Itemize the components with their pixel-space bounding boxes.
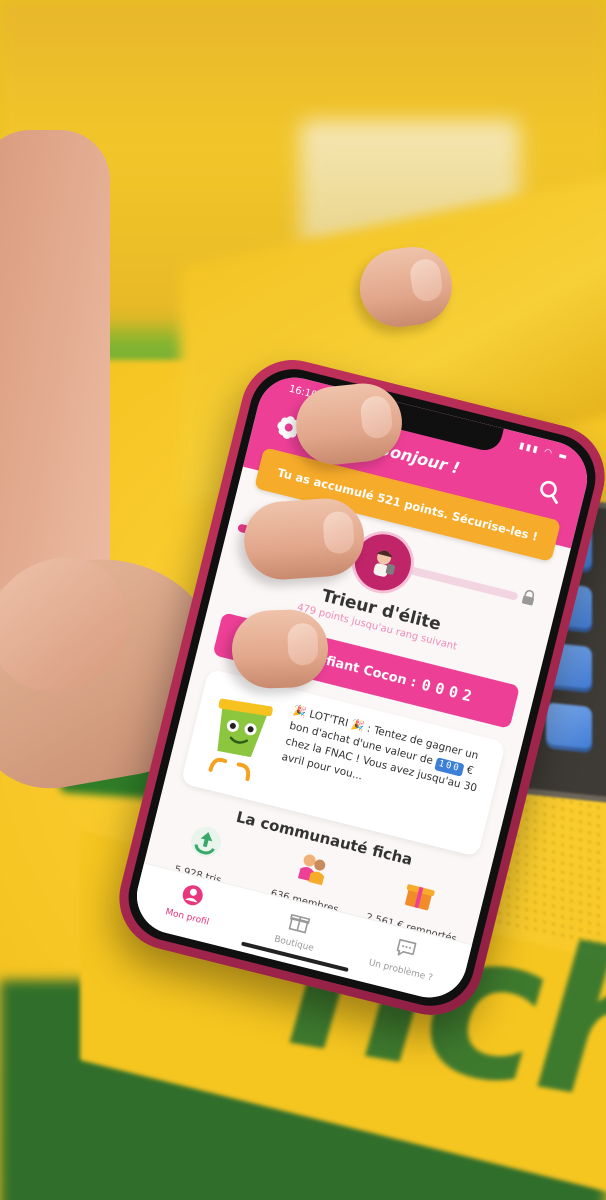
gift-icon — [405, 884, 435, 911]
rank-character-icon — [373, 550, 396, 577]
lock-icon — [521, 589, 535, 606]
gift-box-icon — [288, 913, 311, 934]
promo-text: 🎉 LOT'TRI 🎉 : Tentez de gagner un bon d'… — [280, 702, 493, 813]
status-icons: ▮▮▮ ◠ ▬ — [517, 440, 570, 464]
fingernail — [408, 257, 445, 303]
finger-little — [230, 608, 330, 690]
fingernail — [322, 510, 356, 555]
photo-scene: ficha 16:10 ▮▮▮ ◠ ▬ Bonjour ! Tu as accu… — [0, 0, 606, 1200]
people-icon — [297, 854, 326, 886]
green-bin-mascot-icon — [208, 698, 273, 782]
chat-icon — [396, 938, 417, 956]
finger-ring — [241, 495, 367, 583]
profile-icon — [182, 885, 203, 906]
keypad-key — [546, 702, 592, 754]
fingernail — [287, 622, 319, 666]
fingernail — [359, 394, 394, 440]
recycle-icon — [191, 826, 222, 857]
identifier-value: 0002 — [419, 675, 479, 707]
